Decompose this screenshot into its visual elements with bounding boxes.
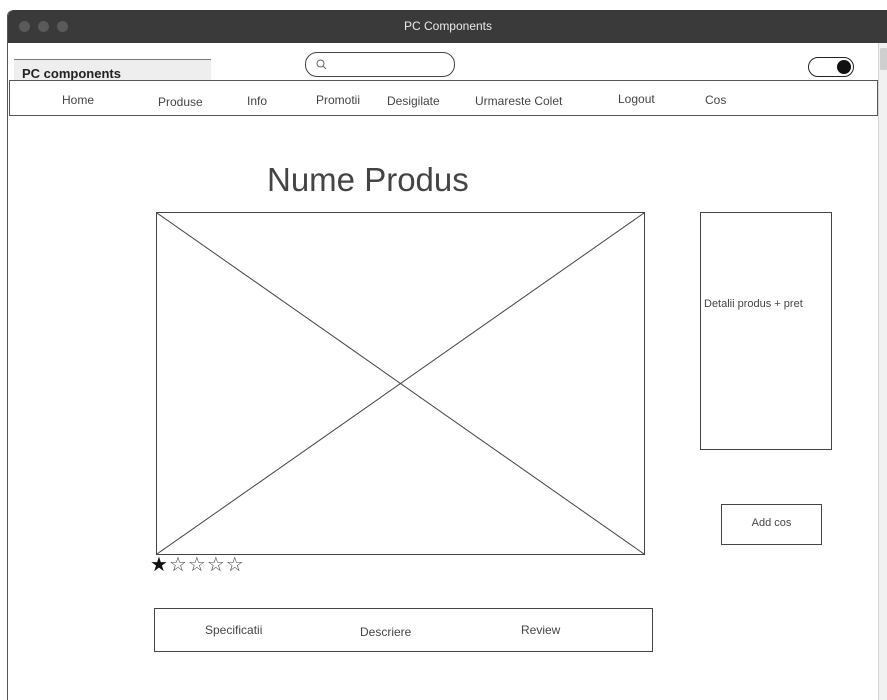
nav-item-produse[interactable]: Produse	[158, 95, 203, 109]
product-details-box: Detalii produs + pret	[700, 212, 832, 450]
image-placeholder-icon	[157, 213, 644, 554]
vertical-scrollbar[interactable]	[878, 43, 887, 700]
star-empty-icon[interactable]: ☆	[207, 555, 226, 575]
star-empty-icon[interactable]: ☆	[226, 555, 245, 575]
nav-item-promotii[interactable]: Promotii	[316, 93, 360, 107]
nav-item-cos[interactable]: Cos	[705, 93, 726, 107]
nav-item-home[interactable]: Home	[62, 93, 94, 107]
tab-descriere[interactable]: Descriere	[360, 625, 411, 639]
toggle-knob	[837, 60, 851, 74]
nav-item-desigilate[interactable]: Desigilate	[387, 94, 440, 108]
nav-item-info[interactable]: Info	[247, 94, 267, 108]
add-to-cart-label: Add cos	[751, 517, 792, 529]
search-icon	[316, 59, 327, 70]
rating-stars[interactable]: ★☆☆☆☆	[150, 555, 245, 575]
nav-item-urmareste-colet[interactable]: Urmareste Colet	[475, 94, 562, 108]
site-logo[interactable]: PC components	[14, 59, 211, 82]
nav-item-logout[interactable]: Logout	[618, 92, 655, 106]
star-empty-icon[interactable]: ☆	[169, 555, 188, 575]
app-window: PC Components PC components Home Produse…	[7, 10, 887, 700]
scrollbar-thumb[interactable]	[880, 48, 887, 70]
star-empty-icon[interactable]: ☆	[188, 555, 207, 575]
product-title: Nume Produs	[267, 161, 469, 198]
product-details-text: Detalii produs + pret	[704, 298, 803, 310]
product-tabs: Specificatii Descriere Review	[154, 608, 653, 652]
tab-specificatii[interactable]: Specificatii	[205, 623, 262, 637]
title-bar: PC Components	[8, 10, 887, 43]
main-navigation: Home Produse Info Promotii Desigilate Ur…	[9, 80, 878, 116]
logo-text: PC components	[22, 66, 121, 81]
tab-review[interactable]: Review	[521, 623, 560, 637]
window-title: PC Components	[403, 19, 493, 33]
product-image-placeholder	[156, 212, 645, 555]
star-filled-icon[interactable]: ★	[150, 555, 169, 575]
theme-toggle[interactable]	[808, 57, 854, 77]
add-to-cart-button[interactable]: Add cos	[721, 504, 822, 545]
search-input[interactable]	[305, 52, 455, 77]
